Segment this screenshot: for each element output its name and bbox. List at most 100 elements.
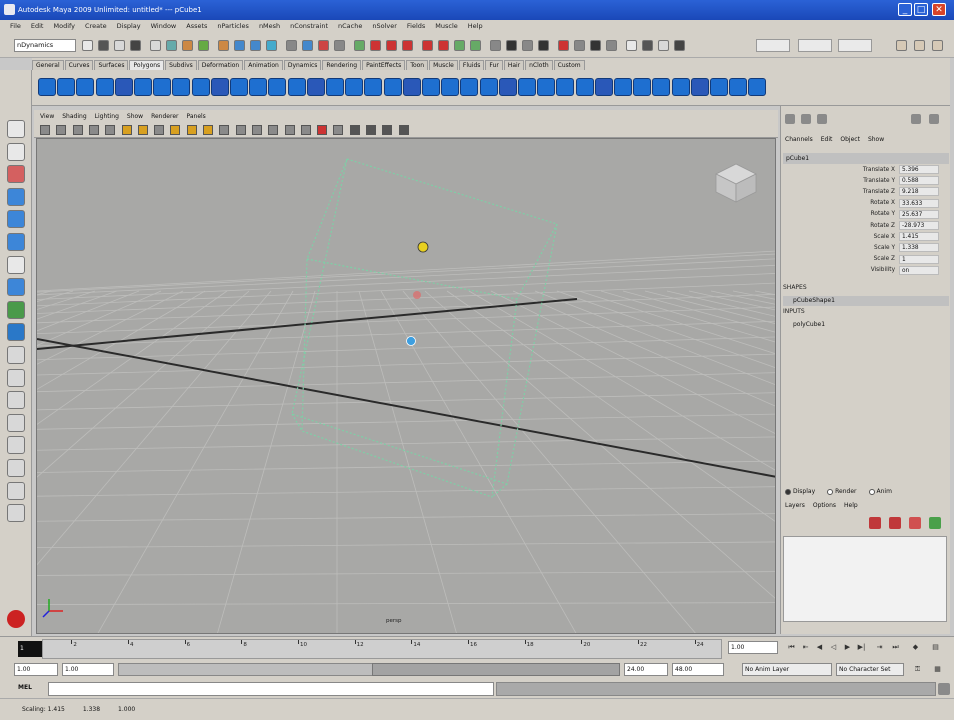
channel-box-mode-icon[interactable] <box>785 114 795 124</box>
channel-attr-row[interactable]: Visibility on <box>781 265 951 276</box>
poly-pipe-icon[interactable] <box>191 78 210 96</box>
channel-menu-channels[interactable]: Channels <box>785 136 813 147</box>
range-slider-handle[interactable] <box>372 663 620 676</box>
key-icon[interactable]: ⚿ <box>912 663 923 676</box>
smooth-shade-icon[interactable] <box>235 125 246 135</box>
high-quality-icon[interactable] <box>333 125 344 135</box>
shelf-tab-deformation[interactable]: Deformation <box>197 60 244 70</box>
layer-down-icon[interactable] <box>929 517 941 529</box>
camera-attributes-icon[interactable] <box>56 125 67 135</box>
channel-attr-row[interactable]: Rotate Z -28.973 <box>781 220 951 231</box>
combine-icon[interactable] <box>268 78 287 96</box>
menu-modify[interactable]: Modify <box>53 22 75 30</box>
poly-cube-icon[interactable] <box>57 78 76 96</box>
shelf-tab-animation[interactable]: Animation <box>244 60 283 70</box>
channel-attr-row[interactable]: Translate Y 0.588 <box>781 175 951 186</box>
animation-start-field[interactable]: 1.00 <box>14 663 58 676</box>
shelf-tab-polygons[interactable]: Polygons <box>129 60 165 70</box>
hypershade-icon[interactable] <box>354 40 365 51</box>
shelf-tab-surfaces[interactable]: Surfaces <box>94 60 129 70</box>
step-back-key-icon[interactable]: ⇤ <box>800 641 811 654</box>
offset-edge-loop-icon[interactable] <box>498 78 517 96</box>
perspective-viewport[interactable] <box>36 138 776 634</box>
script-editor-icon[interactable] <box>938 683 950 695</box>
poly-sphere-icon[interactable] <box>38 78 56 96</box>
insert-edge-loop-icon[interactable] <box>479 78 498 96</box>
panel-close-icon[interactable] <box>929 114 939 124</box>
xray-icon[interactable] <box>300 125 311 135</box>
channel-attr-value[interactable]: 33.633 <box>899 198 939 208</box>
cylindrical-map-icon[interactable] <box>652 78 671 96</box>
menu-set-dropdown[interactable]: nDynamics <box>14 39 76 52</box>
spherical-map-icon[interactable] <box>671 78 690 96</box>
layout-single-icon[interactable] <box>7 346 25 364</box>
channel-attr-row[interactable]: Translate Z 9.218 <box>781 186 951 197</box>
depth-of-field-icon[interactable] <box>398 125 409 135</box>
poly-soccer-ball-icon[interactable] <box>230 78 248 96</box>
extract-icon[interactable] <box>306 78 325 96</box>
layout-outliner-icon[interactable] <box>7 413 25 432</box>
panel-menu-lighting[interactable]: Lighting <box>95 113 119 120</box>
field-chart-icon[interactable] <box>170 125 181 135</box>
layer-list[interactable] <box>783 536 947 622</box>
ambient-occlusion-icon[interactable] <box>349 125 360 135</box>
lasso-tool-icon[interactable] <box>7 142 25 161</box>
step-back-frame-icon[interactable]: ◀ <box>814 641 825 654</box>
tool-settings-toggle-icon[interactable] <box>932 40 943 51</box>
shelf-tab-curves[interactable]: Curves <box>64 60 94 70</box>
save-scene-icon[interactable] <box>114 40 125 51</box>
select-tool-icon[interactable] <box>7 120 25 138</box>
channel-attr-value[interactable]: -28.973 <box>899 221 939 231</box>
shelf-tab-muscle[interactable]: Muscle <box>429 60 458 70</box>
panel-menu-panels[interactable]: Panels <box>186 113 205 120</box>
menu-window[interactable]: Window <box>151 22 177 30</box>
menu-nconstraint[interactable]: nConstraint <box>290 22 328 30</box>
soft-mod-icon[interactable] <box>7 278 25 297</box>
menu-fields[interactable]: Fields <box>407 22 425 30</box>
bevel-icon[interactable] <box>575 78 594 96</box>
shelf-tab-custom[interactable]: Custom <box>553 60 585 70</box>
close-button[interactable]: ✕ <box>932 3 946 16</box>
layer-menu-options[interactable]: Options <box>813 502 836 509</box>
play-backward-icon[interactable]: ◁ <box>828 641 839 654</box>
lock-icon-3[interactable] <box>402 40 413 51</box>
menu-file[interactable]: File <box>10 22 21 30</box>
menu-edit[interactable]: Edit <box>31 22 44 30</box>
channel-menu-object[interactable]: Object <box>840 136 860 147</box>
lights-icon[interactable] <box>268 125 279 135</box>
film-gate-icon[interactable] <box>121 125 132 135</box>
attribute-editor-toggle-icon[interactable] <box>914 40 925 51</box>
auto-map-icon[interactable] <box>690 78 709 96</box>
lock-icon-4[interactable] <box>422 40 433 51</box>
layer-editor-mode-icon[interactable] <box>801 114 811 124</box>
poly-platonic-icon[interactable] <box>249 78 268 96</box>
split-polygon-icon[interactable] <box>460 78 479 96</box>
poly-helix-icon[interactable] <box>210 78 229 96</box>
channel-menu-edit[interactable]: Edit <box>821 136 833 147</box>
maximize-button[interactable]: □ <box>914 3 928 16</box>
shelf-tab-fur[interactable]: Fur <box>485 60 503 70</box>
multisample-icon[interactable] <box>382 125 393 135</box>
paint-select-tool-icon[interactable] <box>7 165 25 184</box>
last-tool-icon[interactable] <box>7 323 25 342</box>
boolean-intersection-icon[interactable] <box>383 78 402 96</box>
new-layer-icon[interactable] <box>869 517 881 529</box>
lock-icon[interactable] <box>370 40 381 51</box>
layout-graph-icon[interactable] <box>7 436 25 455</box>
layout-custom-icon[interactable] <box>7 504 25 523</box>
current-time-field[interactable]: 1.00 <box>728 641 778 654</box>
select-hierarchy-icon[interactable] <box>674 40 685 51</box>
channel-attr-value[interactable]: on <box>899 265 939 275</box>
channel-attr-value[interactable]: 0.588 <box>899 176 939 186</box>
image-plane-icon[interactable] <box>88 125 99 135</box>
isolate-select-icon[interactable] <box>317 125 328 135</box>
go-to-start-icon[interactable]: ⏮ <box>786 641 797 654</box>
shelf-tab-toon[interactable]: Toon <box>406 60 429 70</box>
shelf-tab-dynamics[interactable]: Dynamics <box>283 60 322 70</box>
bridge-icon[interactable] <box>537 78 556 96</box>
planar-map-icon[interactable] <box>633 78 652 96</box>
new-layer-selected-icon[interactable] <box>889 517 901 529</box>
select-hierarchy-icon[interactable] <box>130 40 141 51</box>
panel-menu-show[interactable]: Show <box>127 113 143 120</box>
input-icon[interactable] <box>454 40 465 51</box>
